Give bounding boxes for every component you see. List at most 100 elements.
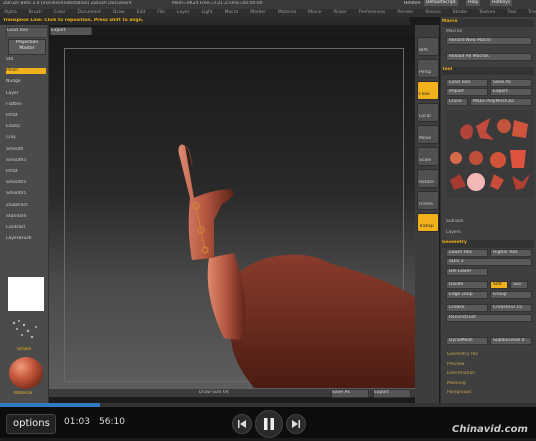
brush-item[interactable]: Standard [6,214,26,220]
projection-master-button[interactable]: Projection Master [8,39,46,55]
higher-res-button[interactable]: Higher Res [490,249,532,257]
menu-default-script[interactable]: DefaultScript [424,0,458,6]
brush-item[interactable]: Flatten [6,102,22,108]
divide-button[interactable]: Divide [446,281,488,289]
brush-item[interactable]: Pinch [6,68,46,75]
material-label: Material [14,391,33,396]
menu-item[interactable]: Preferences [359,10,385,16]
group-button[interactable]: Group [490,291,532,299]
brush-item[interactable]: Zsubtract [6,203,28,209]
crease-level-slider[interactable]: CreaseLvl 15 [490,304,532,312]
palette-section-link[interactable]: Masking [447,381,466,387]
alpha-thumbnail[interactable] [8,277,44,311]
palette-section-link[interactable]: Geometry HD [447,352,478,358]
menu-item[interactable]: Alpha [4,10,17,16]
menu-hotkeys[interactable]: Hotkeys [490,0,513,6]
sculpt-model[interactable] [64,48,416,388]
menu-help[interactable]: Help [466,0,481,6]
menu-item[interactable]: Stencil [425,10,440,16]
layers-label[interactable]: Layers [446,230,461,236]
reconstruct-button[interactable]: Reconstruct [446,314,532,322]
menu-item[interactable]: Movie [308,10,321,16]
dynamesh-button[interactable]: DynaMesh [446,337,488,345]
suv-toggle[interactable]: Suv [510,281,528,289]
brush-item[interactable]: Nudge [6,79,21,85]
brush-item[interactable]: Layer [6,91,19,97]
tool-thumbnails[interactable] [446,110,534,198]
brush-item[interactable]: LayerBrush [6,236,32,242]
menu-item[interactable]: Material [278,10,296,16]
load-tool-button[interactable]: Load Tool [6,27,48,38]
palette-section-link[interactable]: Deformation [447,371,475,377]
menu-item[interactable]: Marker [250,10,266,16]
tool-title[interactable]: Tool [442,67,534,75]
shelf-button-rotate[interactable]: Rotate [417,169,439,188]
export-palette-button[interactable]: Export [490,88,532,96]
pause-button[interactable] [255,410,283,438]
skip-back-button[interactable] [232,414,252,434]
brush-item[interactable]: Smooth5 [6,180,26,186]
shelf-button-transp[interactable]: Transp [417,213,439,232]
options-button[interactable]: options [6,414,56,434]
menu-item[interactable]: Draw [113,10,125,16]
shelf-button-floor[interactable]: Floor [417,81,439,100]
shelf-button-local[interactable]: Local [417,103,439,122]
menu-hmmm[interactable]: Hmmm [404,1,421,7]
shelf-button-frame[interactable]: Frame [417,191,439,210]
shelf-button-persp[interactable]: Persp [417,59,439,78]
material-sphere-icon[interactable] [9,357,43,389]
brush-item[interactable]: Inflat [6,113,18,119]
palette-section-link[interactable]: Preview [447,362,465,368]
macro-title[interactable]: Macro [442,19,534,27]
crease-button[interactable]: Crease [446,304,488,312]
menu-item[interactable]: Picker [333,10,346,16]
menu-item[interactable]: Brush [29,10,42,16]
stroke-icon[interactable] [8,317,44,345]
brush-item[interactable]: Clay [6,135,16,141]
menu-item[interactable]: Texture [479,10,495,16]
load-tool-palette-button[interactable]: Load Tool [446,79,488,87]
subdiv-level-slider[interactable]: SubdivLevel 0 [490,337,532,345]
geometry-title[interactable]: Geometry [442,240,534,248]
menu-item[interactable]: Stroke [453,10,467,16]
sdiv-slider[interactable]: SDiv 3 [446,258,532,266]
del-lower-button[interactable]: Del Lower [446,268,488,276]
record-new-macro-button[interactable]: Record New Macro [446,37,532,45]
menu-item[interactable]: Document [78,10,101,16]
draw-size-label: Draw Size 64 [199,390,229,395]
menu-item[interactable]: Layer [177,10,190,16]
menu-item[interactable]: Render [397,10,413,16]
shelf-button-scale[interactable]: Scale [417,147,439,166]
brush-item[interactable]: Smooth5 [6,158,26,164]
menu-item[interactable]: Edit [137,10,146,16]
menu-item[interactable]: Transform [528,10,536,16]
brush-item[interactable]: Std [6,57,13,63]
make-polymesh-button[interactable]: Make PolyMesh3D [470,98,532,106]
reload-all-macros-button[interactable]: Reload All Macros [446,53,532,61]
menu-item[interactable]: Light [201,10,212,16]
palette-section-link[interactable]: Polygroups [447,390,472,396]
import-button[interactable]: Import [446,88,488,96]
brush-item[interactable]: Contrast [6,225,25,231]
save-as-button[interactable]: Save As [331,389,369,398]
shelf-button-move[interactable]: Move [417,125,439,144]
brush-item[interactable]: Inflat [6,169,18,175]
smt-toggle[interactable]: Smt [490,281,508,289]
menu-item[interactable]: Color [54,10,66,16]
pause-icon [264,418,274,430]
edge-loop-button[interactable]: Edge Loop [446,291,488,299]
shelf-button-label: Local [419,114,431,119]
skip-forward-button[interactable] [286,414,306,434]
save-as-palette-button[interactable]: Save As [490,79,532,87]
menu-item[interactable]: File [157,10,165,16]
export-bottom-button[interactable]: Export [373,389,411,398]
subtool-label[interactable]: SubTool [446,219,463,225]
menu-item[interactable]: Tool [507,10,516,16]
brush-item[interactable]: Elastic [6,124,21,130]
brush-item[interactable]: Smooth5 [6,191,26,197]
menu-item[interactable]: Macro [225,10,239,16]
shelf-button-bpr[interactable]: BPR [417,37,439,56]
lower-res-button[interactable]: Lower Res [446,249,488,257]
clone-button[interactable]: Clone [446,98,468,106]
brush-item[interactable]: Smooth [6,147,23,153]
